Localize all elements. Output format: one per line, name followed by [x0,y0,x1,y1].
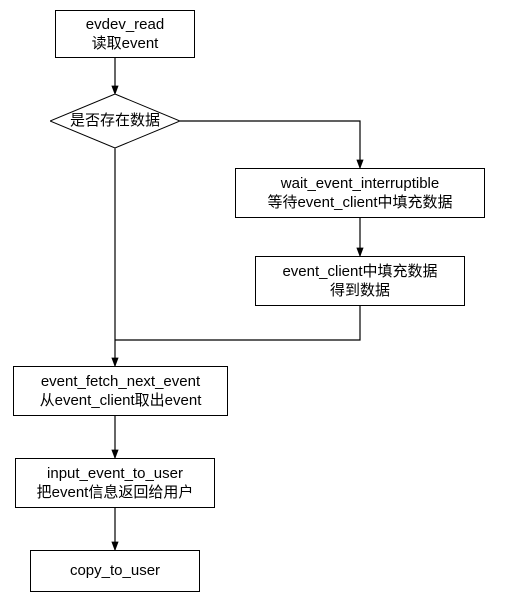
node-evdev-read-line1: evdev_read [86,15,164,35]
node-evdev-read: evdev_read 读取event [55,10,195,58]
node-decision-label: 是否存在数据 [70,112,160,130]
node-decision: 是否存在数据 [50,94,180,148]
node-wait-event-line2: 等待event_client中填充数据 [267,193,452,213]
node-copy-to-user: copy_to_user [30,550,200,592]
node-wait-event-line1: wait_event_interruptible [281,174,439,194]
node-fetch-next-event-line1: event_fetch_next_event [41,372,200,392]
node-fetch-next-event: event_fetch_next_event 从event_client取出ev… [13,366,228,416]
node-event-client-filled-line2: 得到数据 [330,281,390,301]
node-input-event-to-user-line1: input_event_to_user [47,464,183,484]
node-wait-event: wait_event_interruptible 等待event_client中… [235,168,485,218]
flowchart-connectors [0,0,514,613]
node-copy-to-user-line1: copy_to_user [70,561,160,581]
node-event-client-filled-line1: event_client中填充数据 [282,262,437,282]
node-input-event-to-user-line2: 把event信息返回给用户 [37,483,194,503]
node-input-event-to-user: input_event_to_user 把event信息返回给用户 [15,458,215,508]
node-fetch-next-event-line2: 从event_client取出event [40,391,202,411]
node-event-client-filled: event_client中填充数据 得到数据 [255,256,465,306]
node-evdev-read-line2: 读取event [92,34,159,54]
